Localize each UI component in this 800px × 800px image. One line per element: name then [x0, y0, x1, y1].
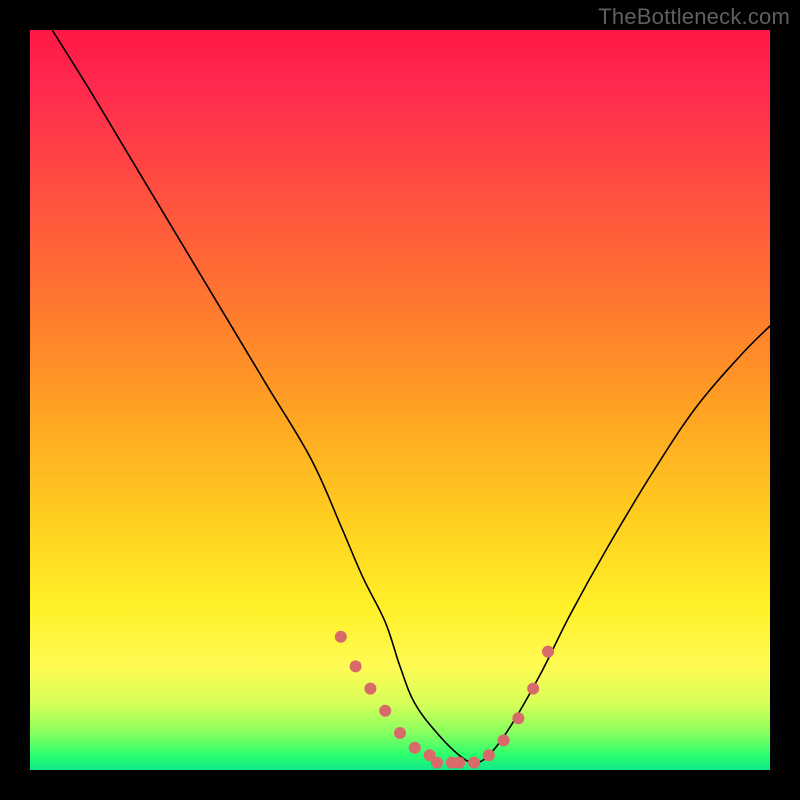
marker-point	[483, 749, 495, 761]
marker-point	[453, 757, 465, 769]
marker-point	[512, 712, 524, 724]
bottleneck-curve	[52, 30, 770, 763]
marker-point	[350, 660, 362, 672]
marker-point	[335, 631, 347, 643]
marker-point	[379, 705, 391, 717]
near-optimum-markers	[335, 631, 554, 769]
marker-point	[498, 734, 510, 746]
watermark-text: TheBottleneck.com	[598, 4, 790, 30]
chart-frame: TheBottleneck.com	[0, 0, 800, 800]
marker-point	[468, 757, 480, 769]
marker-point	[364, 683, 376, 695]
marker-point	[527, 683, 539, 695]
marker-point	[409, 742, 421, 754]
plot-area	[30, 30, 770, 770]
marker-point	[394, 727, 406, 739]
chart-svg	[30, 30, 770, 770]
marker-point	[542, 646, 554, 658]
marker-point	[431, 757, 443, 769]
